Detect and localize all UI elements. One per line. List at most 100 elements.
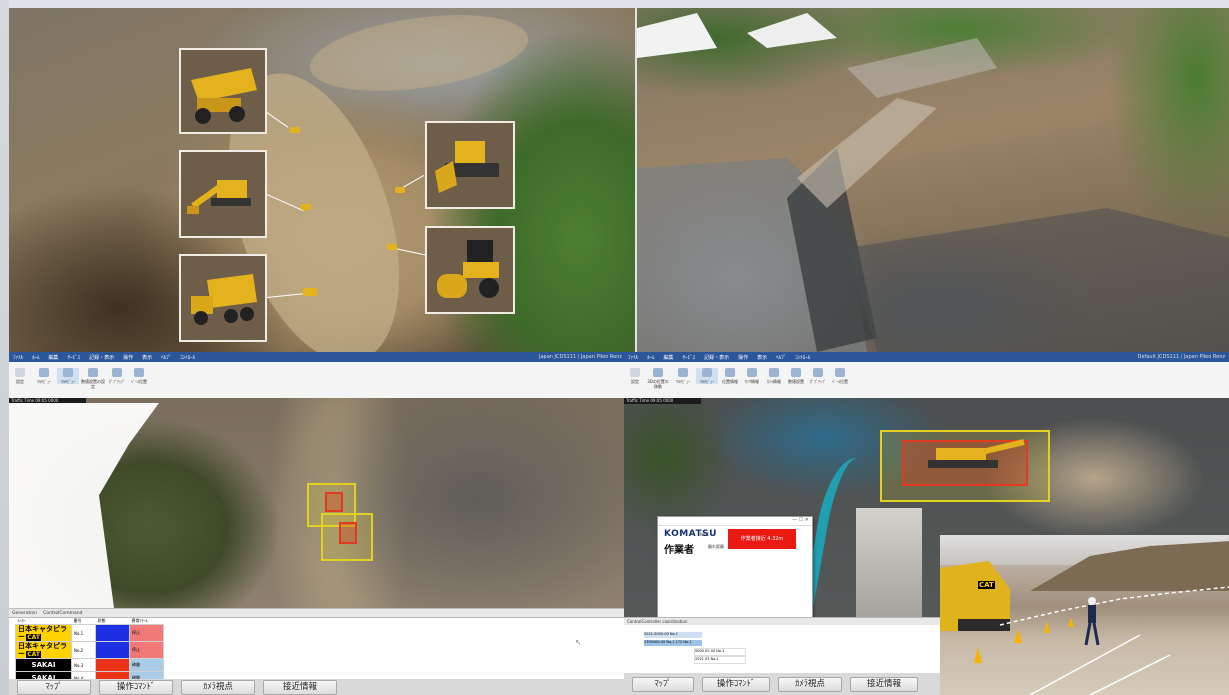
mouse-cursor-icon: ↖ — [575, 638, 582, 647]
leader-line — [394, 248, 427, 256]
menu-item-file[interactable]: ﾌｧｲﾙ — [13, 354, 23, 361]
position-info-icon — [725, 368, 735, 377]
road-roller-icon — [437, 240, 499, 298]
bulldozer-marker-icon[interactable] — [395, 187, 405, 193]
ribbon-popup-button[interactable]: ﾎﾟﾌﾟｱｯﾌﾟ — [107, 368, 127, 384]
map-button[interactable]: ﾏｯﾌﾟ — [17, 679, 91, 695]
menu-item-home[interactable]: ﾎｰﾑ — [32, 354, 40, 361]
menu-item-file[interactable]: ﾌｧｲﾙ — [628, 354, 638, 361]
tab-control-command[interactable]: ControlCommand — [43, 611, 82, 616]
ribbon-value-settings-button[interactable]: 数値設置の設定 — [81, 368, 105, 389]
operation-command-button[interactable]: 操作ｺﾏﾝﾄﾞ — [702, 676, 770, 692]
machine-danger-zone — [325, 492, 343, 512]
table-row[interactable]: 日本キャタピラー CAT No.1 停止 — [15, 624, 164, 642]
ribbon-position-info-button[interactable]: 位置情報 — [720, 368, 740, 384]
menu-item-home[interactable]: ﾎｰﾑ — [647, 354, 655, 361]
left-monitor-app-window: ﾌｧｲﾙ ﾎｰﾑ 編集 ｻｰﾋﾞｽ 記録・表示 操作 表示 ﾍﾙﾌﾟ ｺﾝﾄﾛｰ… — [9, 352, 626, 695]
proximity-info-button[interactable]: 接近情報 — [263, 679, 337, 695]
table-row[interactable]: 日本キャタピラー CAT No.2 停止 — [15, 641, 164, 659]
control-row-selected[interactable]: 2300400-00 No.1 172 No.1 — [644, 640, 702, 646]
site-3d-view-with-machines[interactable] — [9, 8, 635, 352]
proximity-alert-popup[interactable]: — ☐ ✕ KOMATSU 作業者 No.1 離れ距離 作業者接近 4.32m — [657, 516, 813, 620]
value-settings-icon — [88, 368, 98, 377]
number-cell: No.1 — [71, 624, 96, 642]
excavator-marker-icon[interactable] — [301, 204, 311, 210]
menu-item-operate[interactable]: 操作 — [123, 354, 133, 361]
popup-icon — [112, 368, 122, 377]
popup-window-controls[interactable]: — ☐ ✕ — [658, 517, 812, 526]
ribbon-base-position-button[interactable]: ﾍﾞｰｽ位置 — [830, 368, 850, 384]
state-cell — [95, 624, 130, 642]
window-title: Default JCDS111 / Japan Pileo Renz — [1137, 354, 1225, 360]
control-row[interactable]: 2021 03 No.1 — [694, 656, 746, 664]
number-cell: No.3 — [71, 658, 96, 672]
site-3d-valley-view[interactable] — [637, 8, 1229, 352]
live-camera-feed[interactable]: CAT — [940, 535, 1229, 695]
menu-item-operate[interactable]: 操作 — [738, 354, 748, 361]
ribbon-multiview-button-2[interactable]: ﾏﾙﾁﾋﾞｭｰ — [696, 368, 718, 384]
control-row-selected[interactable]: 2021-0000-00 No.1 — [644, 632, 702, 638]
menu-item-help[interactable]: ﾍﾙﾌﾟ — [776, 354, 786, 361]
ribbon-base-position-button[interactable]: ﾍﾞｰｽ位置 — [129, 368, 149, 384]
ribbon-sensor-info-button[interactable]: ｾﾝｻ情報 — [742, 368, 762, 384]
menu-item-view[interactable]: 表示 — [757, 354, 767, 361]
bulldozer-icon — [435, 141, 499, 193]
menu-bar: ﾌｧｲﾙ ﾎｰﾑ 編集 ｻｰﾋﾞｽ 記録・表示 操作 表示 ﾍﾙﾌﾟ ｺﾝﾄﾛｰ… — [9, 352, 626, 362]
ribbon-settings-button[interactable]: 設定 — [627, 368, 643, 384]
menu-item-view[interactable]: 表示 — [142, 354, 152, 361]
safety-cones-and-lines — [974, 586, 1229, 695]
road-roller-thumbnail[interactable] — [425, 226, 515, 314]
menu-item-record[interactable]: 記録・表示 — [704, 354, 729, 361]
ribbon-multiview-button-1[interactable]: ﾏﾙﾁﾋﾞｭｰ — [672, 368, 694, 384]
alarm-cell: 稼働 — [129, 658, 164, 672]
machine-danger-zone — [339, 522, 357, 544]
dump-truck-thumbnail[interactable] — [179, 48, 267, 134]
number-cell: No.2 — [71, 641, 96, 659]
machine-status-panel: ﾒｰｶｰ 番号 状態 異常ｱﾗｰﾑ 日本キャタピラー CAT No.1 停止 日… — [9, 618, 626, 685]
menu-item-control[interactable]: ｺﾝﾄﾛｰﾙ — [795, 354, 810, 361]
menu-item-edit[interactable]: 編集 — [49, 354, 59, 361]
tab-generation[interactable]: Generation — [12, 611, 37, 616]
multiview-icon — [39, 368, 49, 377]
excavator-icon — [187, 180, 251, 214]
table-row[interactable]: SAKAI No.3 稼働 — [15, 658, 164, 672]
menu-item-service[interactable]: ｻｰﾋﾞｽ — [68, 354, 81, 361]
map-button[interactable]: ﾏｯﾌﾟ — [632, 676, 694, 692]
bulldozer-thumbnail[interactable] — [425, 121, 515, 209]
left-aerial-map-view[interactable]: Traffic Time 09:05 0000 — [9, 398, 626, 608]
menu-item-record[interactable]: 記録・表示 — [89, 354, 114, 361]
settings-icon — [15, 368, 25, 377]
articulated-dump-marker-icon[interactable] — [303, 288, 317, 296]
stacked-blocks — [856, 508, 922, 618]
popup-icon — [813, 368, 823, 377]
cat-logo: CAT — [26, 651, 41, 658]
menu-item-help[interactable]: ﾍﾙﾌﾟ — [161, 354, 171, 361]
articulated-dump-truck-thumbnail[interactable] — [179, 254, 267, 342]
ribbon-value-settings-button[interactable]: 数値設置 — [786, 368, 806, 384]
camera-view-button[interactable]: ｶﾒﾗ視点 — [778, 676, 842, 692]
operation-command-button[interactable]: 操作ｺﾏﾝﾄﾞ — [99, 679, 173, 695]
menu-item-edit[interactable]: 編集 — [664, 354, 674, 361]
control-row[interactable]: 0000 00 00 No.1 — [694, 648, 746, 656]
ribbon-3d-move-button[interactable]: 3Dの位置の移動 — [646, 368, 670, 389]
ribbon-camera-info-button[interactable]: ｶﾒﾗ情報 — [764, 368, 784, 384]
camera-info-icon — [769, 368, 779, 377]
camera-view-button[interactable]: ｶﾒﾗ視点 — [181, 679, 255, 695]
ribbon-settings-button[interactable]: 設定 — [12, 368, 28, 384]
ribbon-multiview-button-1[interactable]: ﾏﾙﾁﾋﾞｭｰ — [33, 368, 55, 384]
menu-bar: ﾌｧｲﾙ ﾎｰﾑ 編集 ｻｰﾋﾞｽ 記録・表示 操作 表示 ﾍﾙﾌﾟ ｺﾝﾄﾛｰ… — [624, 352, 1229, 362]
control-controller-panel: ControlController coordination 2021-0000… — [624, 617, 940, 680]
ribbon-popup-button[interactable]: ﾎﾟﾌﾟｱｯﾌﾟ — [808, 368, 828, 384]
roller-marker-icon[interactable] — [387, 244, 397, 250]
dump-truck-marker-icon[interactable] — [290, 127, 300, 133]
ribbon-multiview-button-2[interactable]: ﾏﾙﾁﾋﾞｭｰ — [57, 368, 79, 384]
menu-item-service[interactable]: ｻｰﾋﾞｽ — [683, 354, 696, 361]
proximity-info-button[interactable]: 接近情報 — [850, 676, 918, 692]
map-outside-area — [9, 403, 159, 608]
maker-cell: 日本キャタピラー CAT — [15, 624, 72, 642]
menu-item-control[interactable]: ｺﾝﾄﾛｰﾙ — [180, 354, 195, 361]
excavator-thumbnail[interactable] — [179, 150, 267, 238]
base-position-icon — [835, 368, 845, 377]
valley-terrain — [637, 13, 1229, 352]
excavator-model-icon — [928, 439, 1025, 468]
